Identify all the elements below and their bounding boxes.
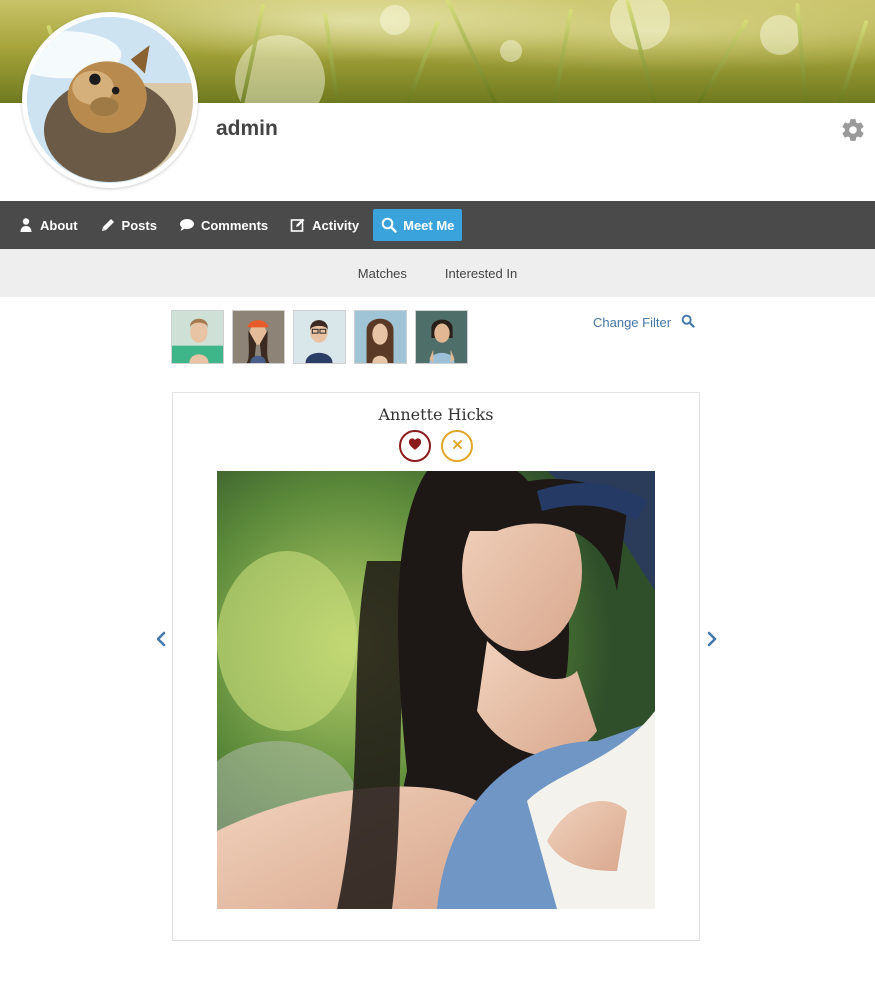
nav-comments[interactable]: Comments: [171, 209, 276, 241]
next-arrow-icon[interactable]: [704, 630, 720, 648]
comment-icon: [179, 217, 195, 233]
edit-icon: [290, 217, 306, 233]
nav-meet-me-label: Meet Me: [403, 217, 455, 233]
nav-meet-me[interactable]: Meet Me: [373, 209, 463, 241]
match-thumbnail[interactable]: [354, 310, 407, 364]
match-thumbnail[interactable]: [171, 310, 224, 364]
meet-me-subnav: Matches Interested In: [0, 249, 875, 297]
dog-avatar-image: [27, 17, 193, 183]
heart-icon: [408, 437, 422, 456]
nav-activity-label: Activity: [312, 217, 360, 233]
user-icon: [18, 217, 34, 233]
nav-posts-label: Posts: [121, 217, 157, 233]
match-thumbnail[interactable]: [232, 310, 285, 364]
change-filter-link[interactable]: Change Filter: [593, 314, 695, 331]
match-thumbnails: [171, 310, 476, 364]
subnav-matches[interactable]: Matches: [358, 266, 407, 281]
nav-posts[interactable]: Posts: [92, 209, 165, 241]
nav-about-label: About: [40, 217, 78, 233]
pencil-icon: [100, 217, 116, 233]
match-name: Annette Hicks: [378, 405, 494, 424]
settings-gear-icon[interactable]: [840, 117, 866, 143]
match-thumbnail[interactable]: [415, 310, 468, 364]
change-filter-label: Change Filter: [593, 315, 672, 330]
like-button[interactable]: [399, 430, 431, 462]
profile-avatar[interactable]: [22, 12, 198, 188]
nav-comments-label: Comments: [200, 217, 269, 233]
match-photo[interactable]: [217, 471, 655, 909]
search-icon: [681, 314, 695, 331]
nav-activity[interactable]: Activity: [282, 209, 367, 241]
profile-username: admin: [216, 117, 278, 140]
previous-arrow-icon[interactable]: [153, 630, 169, 648]
close-icon: [452, 437, 463, 455]
nav-about[interactable]: About: [10, 209, 86, 241]
skip-button[interactable]: [441, 430, 473, 462]
subnav-interested-in[interactable]: Interested In: [445, 266, 517, 281]
match-thumbnail[interactable]: [293, 310, 346, 364]
profile-nav: About Posts Comments Activity Meet Me: [0, 201, 875, 249]
search-icon: [381, 217, 397, 233]
